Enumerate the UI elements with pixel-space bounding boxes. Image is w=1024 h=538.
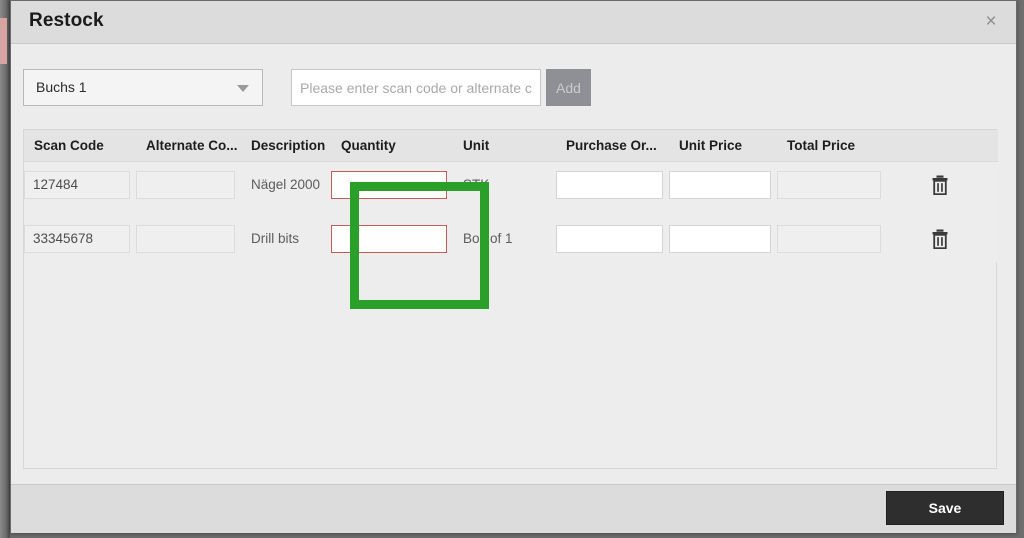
cell-quantity — [331, 161, 453, 208]
cell-scan-code — [24, 215, 136, 262]
cell-alternate-code — [136, 161, 241, 208]
description-text: Drill bits — [251, 231, 300, 246]
cell-total-price — [777, 215, 887, 262]
unit-price-input[interactable] — [669, 224, 771, 253]
backdrop-accent-bar — [0, 18, 7, 64]
cell-unit-price — [669, 161, 777, 208]
scan-code-input[interactable] — [291, 69, 541, 106]
chevron-down-icon — [237, 85, 249, 92]
scan-code-field — [24, 224, 130, 253]
column-header-purchase-order: Purchase Or... — [556, 130, 669, 162]
page-title: Restock — [29, 10, 104, 31]
table-row: Nägel 2000 STK — [24, 161, 998, 208]
unit-price-input[interactable] — [669, 170, 771, 199]
trash-icon[interactable] — [931, 175, 949, 195]
restock-dialog: Restock × Buchs 1 Add Scan Code Al — [10, 0, 1017, 533]
column-header-alternate-code: Alternate Co... — [136, 130, 241, 162]
dialog-body: Buchs 1 Add Scan Code Alternate Co... De… — [11, 44, 1016, 484]
alternate-code-field — [136, 170, 235, 199]
add-button[interactable]: Add — [546, 69, 591, 106]
restock-items-panel: Scan Code Alternate Co... Description Qu… — [23, 129, 998, 469]
total-price-field — [777, 224, 881, 253]
row-spacer-cell — [24, 207, 998, 216]
cell-alternate-code — [136, 215, 241, 262]
description-text: Nägel 2000 — [251, 177, 321, 193]
backdrop-left-strip — [0, 0, 10, 538]
quantity-input[interactable] — [331, 170, 447, 199]
location-select-value: Buchs 1 — [36, 79, 87, 95]
scan-code-field — [24, 170, 130, 199]
dialog-titlebar: Restock × — [11, 1, 1016, 44]
toolbar: Buchs 1 Add — [11, 44, 1016, 129]
restock-items-table: Scan Code Alternate Co... Description Qu… — [24, 130, 998, 262]
row-spacer — [24, 207, 998, 216]
cell-purchase-order — [556, 161, 669, 208]
trash-icon[interactable] — [931, 229, 949, 249]
purchase-order-input[interactable] — [556, 224, 663, 253]
cell-delete — [887, 161, 998, 208]
close-icon[interactable]: × — [978, 9, 1004, 35]
location-select[interactable]: Buchs 1 — [23, 69, 263, 106]
table-header-row: Scan Code Alternate Co... Description Qu… — [24, 130, 998, 162]
column-header-scan-code: Scan Code — [24, 130, 136, 162]
column-header-description: Description — [241, 130, 331, 162]
column-header-unit: Unit — [453, 130, 556, 162]
cell-unit-price — [669, 215, 777, 262]
cell-unit: STK — [453, 161, 556, 208]
column-header-delete — [887, 130, 998, 162]
alternate-code-field — [136, 224, 235, 253]
table-row: Drill bits Box of 1 — [24, 215, 998, 262]
cell-purchase-order — [556, 215, 669, 262]
dialog-footer: Save — [11, 484, 1016, 533]
total-price-field — [777, 170, 881, 199]
column-header-total-price: Total Price — [777, 130, 887, 162]
cell-total-price — [777, 161, 887, 208]
save-button[interactable]: Save — [886, 491, 1004, 525]
column-header-unit-price: Unit Price — [669, 130, 777, 162]
purchase-order-input[interactable] — [556, 170, 663, 199]
cell-description: Drill bits — [241, 215, 331, 262]
unit-text: Box of 1 — [463, 231, 513, 246]
column-header-quantity: Quantity — [331, 130, 453, 162]
unit-text: STK — [463, 177, 490, 193]
cell-scan-code — [24, 161, 136, 208]
quantity-input[interactable] — [331, 224, 447, 253]
cell-unit: Box of 1 — [453, 215, 556, 262]
cell-delete — [887, 215, 998, 262]
cell-description: Nägel 2000 — [241, 161, 331, 208]
cell-quantity — [331, 215, 453, 262]
